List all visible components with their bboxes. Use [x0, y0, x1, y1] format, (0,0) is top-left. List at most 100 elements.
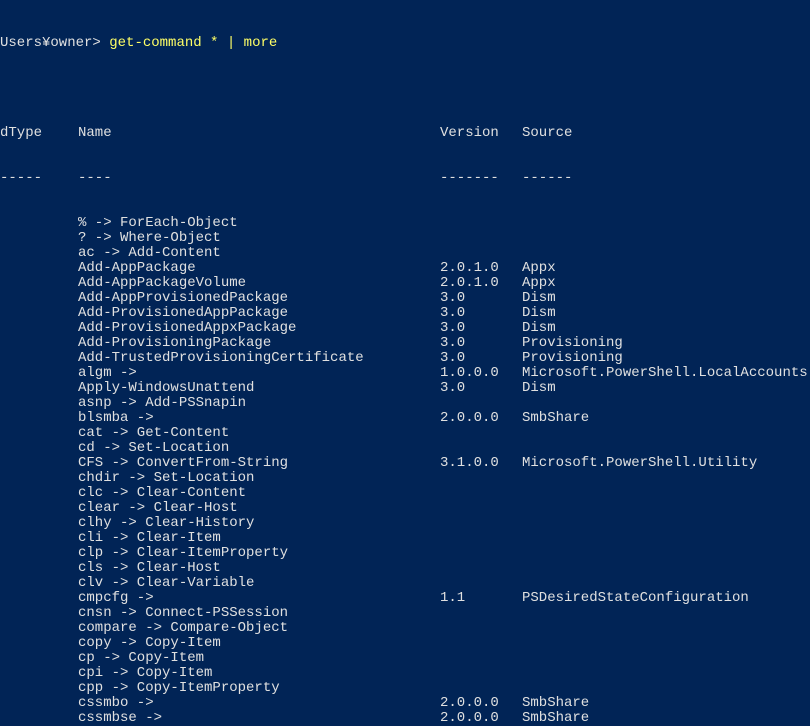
cell-name: chdir -> Set-Location — [78, 471, 440, 486]
output-row: ac -> Add-Content — [0, 246, 810, 261]
header-row: dTypeNameVersionSource — [0, 126, 810, 141]
cell-name: cat -> Get-Content — [78, 426, 440, 441]
output-row: asnp -> Add-PSSnapin — [0, 396, 810, 411]
cell-name: cmpcfg -> — [78, 591, 440, 606]
cell-version: 2.0.0.0 — [440, 411, 522, 426]
header-name-u: ---- — [78, 171, 440, 186]
cell-name: asnp -> Add-PSSnapin — [78, 396, 440, 411]
output-row: cat -> Get-Content — [0, 426, 810, 441]
cell-source: Appx — [522, 261, 556, 276]
cell-source: Provisioning — [522, 336, 623, 351]
output-row: cd -> Set-Location — [0, 441, 810, 456]
cell-name: % -> ForEach-Object — [78, 216, 440, 231]
cell-version: 3.0 — [440, 291, 522, 306]
output-row: clhy -> Clear-History — [0, 516, 810, 531]
cell-name: ac -> Add-Content — [78, 246, 440, 261]
output-row: cpi -> Copy-Item — [0, 666, 810, 681]
cell-name: cd -> Set-Location — [78, 441, 440, 456]
output-row: cpp -> Copy-ItemProperty — [0, 681, 810, 696]
cell-source: Microsoft.PowerShell.Utility — [522, 456, 757, 471]
prompt-path: Users¥owner> — [0, 35, 101, 51]
output-row: cli -> Clear-Item — [0, 531, 810, 546]
output-row: cnsn -> Connect-PSSession — [0, 606, 810, 621]
cell-name: algm -> — [78, 366, 440, 381]
header-underline-row: ---------------------- — [0, 171, 810, 186]
output-row: CFS -> ConvertFrom-String3.1.0.0Microsof… — [0, 456, 810, 471]
output-row: cssmbse ->2.0.0.0SmbShare — [0, 711, 810, 726]
cell-source: PSDesiredStateConfiguration — [522, 591, 749, 606]
cell-version: 3.0 — [440, 351, 522, 366]
cell-name: Add-TrustedProvisioningCertificate — [78, 351, 440, 366]
cell-name: Apply-WindowsUnattend — [78, 381, 440, 396]
cell-version: 2.0.0.0 — [440, 711, 522, 726]
output-row: chdir -> Set-Location — [0, 471, 810, 486]
output-row: cls -> Clear-Host — [0, 561, 810, 576]
header-version-u: ------- — [440, 171, 522, 186]
cell-version: 3.0 — [440, 306, 522, 321]
cell-name: clear -> Clear-Host — [78, 501, 440, 516]
cell-name: Add-ProvisionedAppPackage — [78, 306, 440, 321]
prompt-command: get-command * — [109, 35, 218, 51]
cell-source: Appx — [522, 276, 556, 291]
output-row: Add-AppPackage2.0.1.0Appx — [0, 261, 810, 276]
cell-name: cpi -> Copy-Item — [78, 666, 440, 681]
header-type-u: ----- — [0, 171, 78, 186]
cell-name: Add-ProvisionedAppxPackage — [78, 321, 440, 336]
output-row: Add-AppProvisionedPackage3.0Dism — [0, 291, 810, 306]
cell-name: clp -> Clear-ItemProperty — [78, 546, 440, 561]
output-row: Add-ProvisioningPackage3.0Provisioning — [0, 336, 810, 351]
output-row: compare -> Compare-Object — [0, 621, 810, 636]
cell-name: cp -> Copy-Item — [78, 651, 440, 666]
cell-version: 3.0 — [440, 321, 522, 336]
output-row: Add-ProvisionedAppPackage3.0Dism — [0, 306, 810, 321]
cell-name: cssmbse -> — [78, 711, 440, 726]
output-row: Add-TrustedProvisioningCertificate3.0Pro… — [0, 351, 810, 366]
cell-name: compare -> Compare-Object — [78, 621, 440, 636]
prompt-pipe: | — [227, 35, 235, 51]
output-row: Add-ProvisionedAppxPackage3.0Dism — [0, 321, 810, 336]
cell-source: Provisioning — [522, 351, 623, 366]
cell-version: 2.0.1.0 — [440, 276, 522, 291]
cell-name: CFS -> ConvertFrom-String — [78, 456, 440, 471]
output-row: Add-AppPackageVolume2.0.1.0Appx — [0, 276, 810, 291]
prompt-pager: more — [244, 35, 278, 51]
cell-version: 1.0.0.0 — [440, 366, 522, 381]
cell-source: SmbShare — [522, 411, 589, 426]
output-row: cssmbo ->2.0.0.0SmbShare — [0, 696, 810, 711]
cell-name: Add-AppPackageVolume — [78, 276, 440, 291]
output-row: clear -> Clear-Host — [0, 501, 810, 516]
cell-version: 3.0 — [440, 336, 522, 351]
cell-name: clv -> Clear-Variable — [78, 576, 440, 591]
cell-source: Dism — [522, 321, 556, 336]
cell-name: copy -> Copy-Item — [78, 636, 440, 651]
output-row: clp -> Clear-ItemProperty — [0, 546, 810, 561]
output-row: blsmba ->2.0.0.0SmbShare — [0, 411, 810, 426]
cell-source: Dism — [522, 306, 556, 321]
blank-line — [0, 81, 810, 96]
output-row: clc -> Clear-Content — [0, 486, 810, 501]
cell-name: cls -> Clear-Host — [78, 561, 440, 576]
cell-version: 3.0 — [440, 381, 522, 396]
output-row: cp -> Copy-Item — [0, 651, 810, 666]
header-source-u: ------ — [522, 171, 572, 186]
cell-name: cnsn -> Connect-PSSession — [78, 606, 440, 621]
cell-name: Add-ProvisioningPackage — [78, 336, 440, 351]
cell-source: Dism — [522, 291, 556, 306]
output-row: copy -> Copy-Item — [0, 636, 810, 651]
cell-name: Add-AppProvisionedPackage — [78, 291, 440, 306]
output-row: Apply-WindowsUnattend3.0Dism — [0, 381, 810, 396]
header-source: Source — [522, 126, 572, 141]
output-row: % -> ForEach-Object — [0, 216, 810, 231]
cell-version: 2.0.0.0 — [440, 696, 522, 711]
output-row: clv -> Clear-Variable — [0, 576, 810, 591]
cell-name: clhy -> Clear-History — [78, 516, 440, 531]
cell-name: cli -> Clear-Item — [78, 531, 440, 546]
cell-name: cpp -> Copy-ItemProperty — [78, 681, 440, 696]
cell-source: SmbShare — [522, 711, 589, 726]
cell-source: Dism — [522, 381, 556, 396]
cell-name: blsmba -> — [78, 411, 440, 426]
rows-container: % -> ForEach-Object? -> Where-Objectac -… — [0, 216, 810, 726]
terminal-output[interactable]: Users¥owner> get-command * | more dTypeN… — [0, 0, 810, 726]
cell-source: Microsoft.PowerShell.LocalAccounts — [522, 366, 808, 381]
cell-version: 1.1 — [440, 591, 522, 606]
